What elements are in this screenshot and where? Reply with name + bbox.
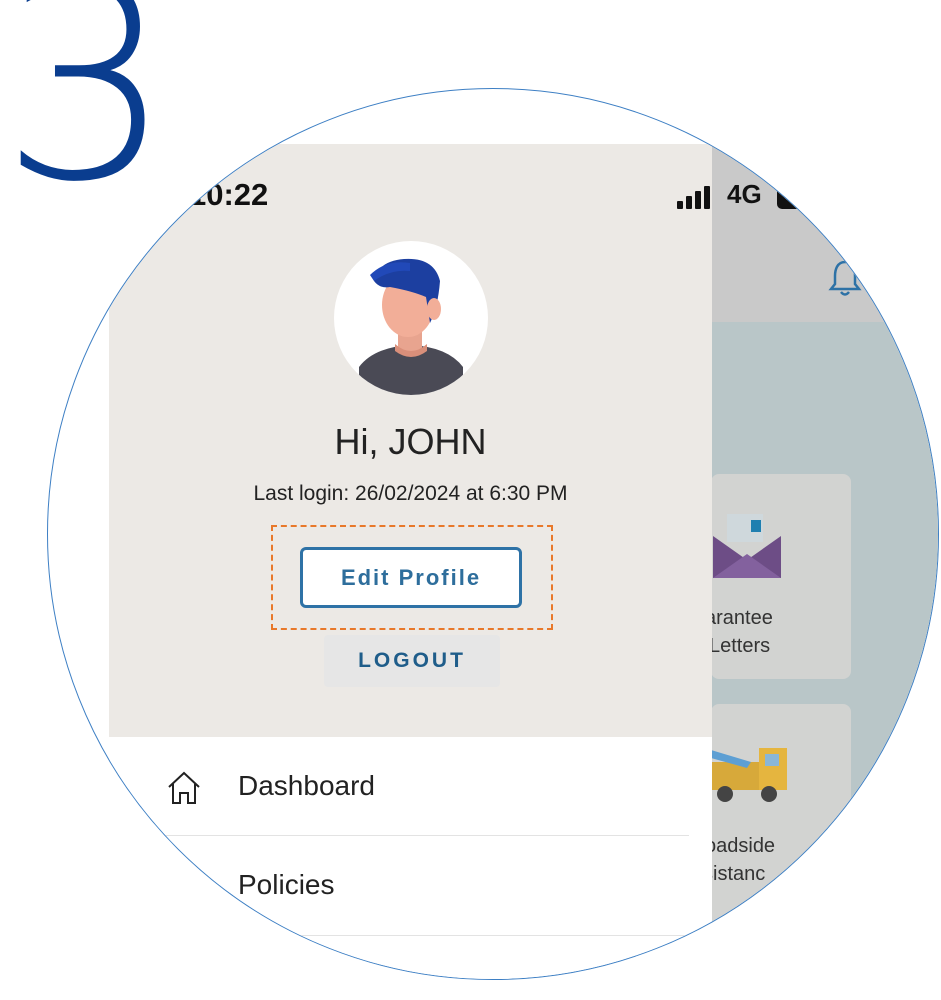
user-avatar-icon [359,258,463,395]
logout-button[interactable]: LOGOUT [324,635,500,687]
greeting: Hi, JOHN [334,421,487,462]
signal-icon [677,185,717,209]
avatar[interactable] [334,241,488,395]
roadside-assistance-label-2: sistanc [703,863,766,885]
menu-divider [164,935,689,936]
guarantee-letters-label-2: Letters [709,635,771,657]
guarantee-letters-label-1: arantee [705,607,773,629]
background-app-header [711,144,938,322]
background-app: arantee Letters oadside sistanc [703,144,938,979]
status-time: 10:22 [189,177,269,212]
menu-item-policies[interactable]: Policies [109,836,689,935]
network-type: 4G [727,179,762,209]
roadside-assistance-card[interactable]: oadside sistanc [703,704,851,934]
menu-item-label: Policies [238,869,335,900]
edit-profile-button[interactable]: Edit Profile [300,547,522,608]
tow-truck-icon [711,748,787,802]
bell-icon[interactable] [827,258,863,298]
battery-icon [777,185,807,209]
last-login-text: Last login: 26/02/2024 at 6:30 PM [253,482,568,505]
guarantee-letters-card[interactable]: arantee Letters [705,474,851,679]
roadside-assistance-label-1: oadside [705,835,776,857]
zoom-circle: arantee Letters oadside sistanc 10:22 4G… [47,88,939,980]
envelope-icon [713,514,781,578]
home-icon [168,771,200,804]
menu-item-label: Dashboard [238,770,375,801]
phone-screen: arantee Letters oadside sistanc 10:22 4G… [48,89,938,979]
menu-item-dashboard[interactable]: Dashboard [109,737,689,836]
